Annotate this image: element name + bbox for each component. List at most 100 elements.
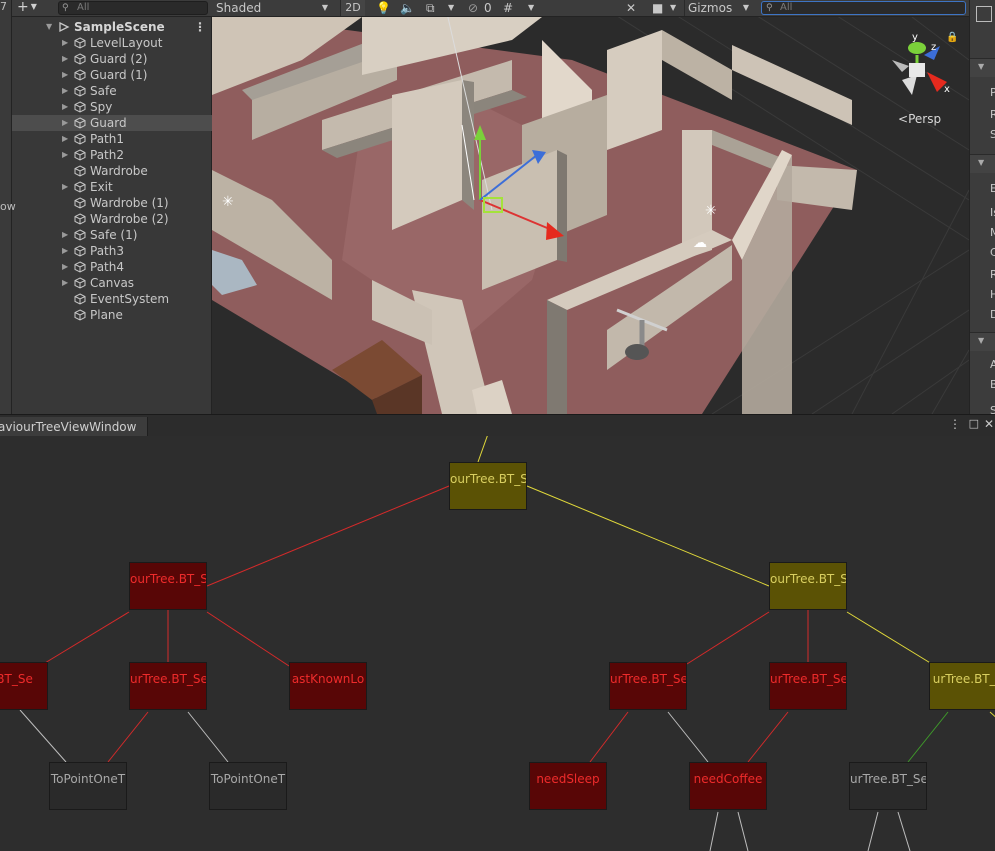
expand-arrow-icon[interactable]: ▶ (62, 275, 68, 291)
close-icon[interactable]: ✕ (984, 417, 994, 431)
bt-node[interactable]: urTree.BT_S (929, 662, 995, 710)
scene-search-input[interactable]: ⚲ All (761, 1, 966, 15)
hierarchy-search-placeholder: All (77, 2, 90, 13)
inspector-section-header[interactable]: ▼ (970, 332, 995, 351)
hierarchy-item[interactable]: Plane (12, 307, 212, 323)
expand-arrow-icon[interactable]: ▶ (62, 67, 68, 83)
toggle-2d-button[interactable]: 2D (340, 0, 365, 16)
camera-icon[interactable]: ■ (652, 0, 663, 16)
gameobject-cube-icon (74, 53, 86, 65)
bt-node[interactable]: urTree.BT_Se (129, 662, 207, 710)
bt-node[interactable]: ToPointOneT (209, 762, 287, 810)
add-object-button[interactable]: + ▼ (17, 0, 53, 16)
bt-node[interactable]: ourTree.BT_S (769, 562, 847, 610)
scene-viewport[interactable]: ✳ ✳ ☁ y z x 🔒 (212, 0, 969, 414)
gameobject-cube-icon (74, 133, 86, 145)
hierarchy-item-label: Path1 (90, 132, 124, 146)
hierarchy-item[interactable]: ▶ Path2 (12, 147, 212, 163)
hierarchy-item[interactable]: ▶ Safe (12, 83, 212, 99)
light-icon: ✳ (222, 194, 234, 210)
gameobject-cube-icon (74, 117, 86, 129)
hierarchy-item-label: Wardrobe (90, 164, 148, 178)
hierarchy-item[interactable]: Wardrobe (2) (12, 211, 212, 227)
axis-z-label: z (931, 42, 936, 53)
audio-source-icon: ☁ (693, 235, 707, 251)
expand-arrow-icon[interactable]: ▼ (46, 19, 52, 35)
bt-node[interactable]: ToPointOneT (49, 762, 127, 810)
bt-window-tab[interactable]: aviourTreeViewWindow (0, 417, 148, 437)
hierarchy-item[interactable]: Wardrobe (1) (12, 195, 212, 211)
hierarchy-item-label: LevelLayout (90, 36, 163, 50)
orientation-gizmo[interactable]: y z x 🔒 (892, 31, 958, 95)
maximize-icon[interactable]: □ (969, 417, 979, 430)
expand-arrow-icon: ▼ (978, 62, 985, 71)
hierarchy-item-label: Guard (90, 116, 127, 130)
bt-node-label: ourTree.BT_S (130, 572, 207, 586)
projection-toggle[interactable]: <Persp (898, 112, 941, 126)
lighting-toggle-icon[interactable]: 💡 (376, 0, 391, 16)
inspector-label: R (990, 108, 995, 121)
bt-node[interactable]: astKnownLo (289, 662, 367, 710)
bt-node-label: urTree.BT_S (932, 672, 995, 686)
hidden-objects-icon[interactable]: ⊘ (468, 0, 478, 16)
bt-node[interactable]: urTree.BT_Se (769, 662, 847, 710)
inspector-section-header[interactable]: ▼ (970, 154, 995, 173)
lock-icon[interactable]: 🔒 (946, 31, 958, 43)
grid-dropdown-icon[interactable]: ▼ (528, 0, 534, 16)
hierarchy-item[interactable]: ▶ Exit (12, 179, 212, 195)
hierarchy-item[interactable]: ▶ Canvas (12, 275, 212, 291)
bt-node[interactable]: needCoffee (689, 762, 767, 810)
hierarchy-item[interactable]: ▶ Guard (2) (12, 51, 212, 67)
bt-node[interactable]: ourTree.BT_S (449, 462, 527, 510)
hierarchy-item[interactable]: ▶ Path1 (12, 131, 212, 147)
grid-toggle-icon[interactable]: # (503, 0, 513, 16)
hierarchy-search-input[interactable]: ⚲ All (58, 1, 208, 15)
hierarchy-item[interactable]: ▶ Path3 (12, 243, 212, 259)
hierarchy-item[interactable]: Wardrobe (12, 163, 212, 179)
expand-arrow-icon[interactable]: ▶ (62, 243, 68, 259)
bt-node[interactable]: e.BT_Se (0, 662, 48, 710)
left-edge-panel: 7 ow (0, 0, 16, 414)
camera-dropdown-icon[interactable]: ▼ (670, 0, 676, 16)
bt-node[interactable]: urTree.BT_Se (849, 762, 927, 810)
effects-toggle-icon[interactable]: ⧉ (426, 0, 435, 16)
hierarchy-item[interactable]: EventSystem (12, 291, 212, 307)
bt-edge (39, 611, 130, 667)
expand-arrow-icon[interactable]: ▶ (62, 51, 68, 67)
expand-arrow-icon[interactable]: ▶ (62, 227, 68, 243)
scene-menu-icon[interactable]: ⋮ (194, 19, 206, 35)
expand-arrow-icon[interactable]: ▶ (62, 259, 68, 275)
hierarchy-item[interactable]: ▶ Guard (1) (12, 67, 212, 83)
hierarchy-item[interactable]: ▶ LevelLayout (12, 35, 212, 51)
bt-node-label: urTree.BT_Se (610, 672, 687, 686)
gizmos-label: Gizmos (688, 1, 733, 15)
window-menu-icon[interactable]: ⋮ (949, 417, 961, 431)
scene-root-row[interactable]: ▼ SampleScene ⋮ (12, 19, 212, 35)
expand-arrow-icon[interactable]: ▶ (62, 35, 68, 51)
inspector-label: E (990, 182, 995, 195)
expand-arrow-icon[interactable]: ▶ (62, 99, 68, 115)
gameobject-cube-icon (74, 229, 86, 241)
inspector-section-header[interactable]: ▼ (970, 58, 995, 77)
bt-node[interactable]: needSleep (529, 762, 607, 810)
gizmos-dropdown[interactable]: Gizmos ▼ (684, 0, 751, 16)
tools-icon[interactable]: ✕ (626, 0, 636, 16)
expand-arrow-icon[interactable]: ▶ (62, 147, 68, 163)
scene-view[interactable]: Shaded ▼ 2D 💡 🔈 ⧉ ▼ ⊘ 0 # ▼ ✕ ■ ▼ Gizmos… (212, 0, 969, 414)
hierarchy-item[interactable]: ▶ Path4 (12, 259, 212, 275)
expand-arrow-icon[interactable]: ▶ (62, 131, 68, 147)
bt-node[interactable]: ourTree.BT_S (129, 562, 207, 610)
hierarchy-item[interactable]: ▶ Safe (1) (12, 227, 212, 243)
hierarchy-item[interactable]: ▶ Guard (12, 115, 212, 131)
expand-arrow-icon[interactable]: ▶ (62, 115, 68, 131)
effects-dropdown-icon[interactable]: ▼ (448, 0, 454, 16)
search-icon: ⚲ (766, 3, 773, 13)
bt-graph-canvas[interactable]: ourTree.BT_S ourTree.BT_S ourTree.BT_S e.BT… (0, 436, 995, 851)
inspector-label: B (990, 378, 995, 391)
hierarchy-item[interactable]: ▶ Spy (12, 99, 212, 115)
expand-arrow-icon[interactable]: ▶ (62, 83, 68, 99)
expand-arrow-icon[interactable]: ▶ (62, 179, 68, 195)
bt-node[interactable]: urTree.BT_Se (609, 662, 687, 710)
shading-mode-dropdown[interactable]: Shaded ▼ (216, 0, 328, 16)
audio-toggle-icon[interactable]: 🔈 (400, 0, 415, 16)
